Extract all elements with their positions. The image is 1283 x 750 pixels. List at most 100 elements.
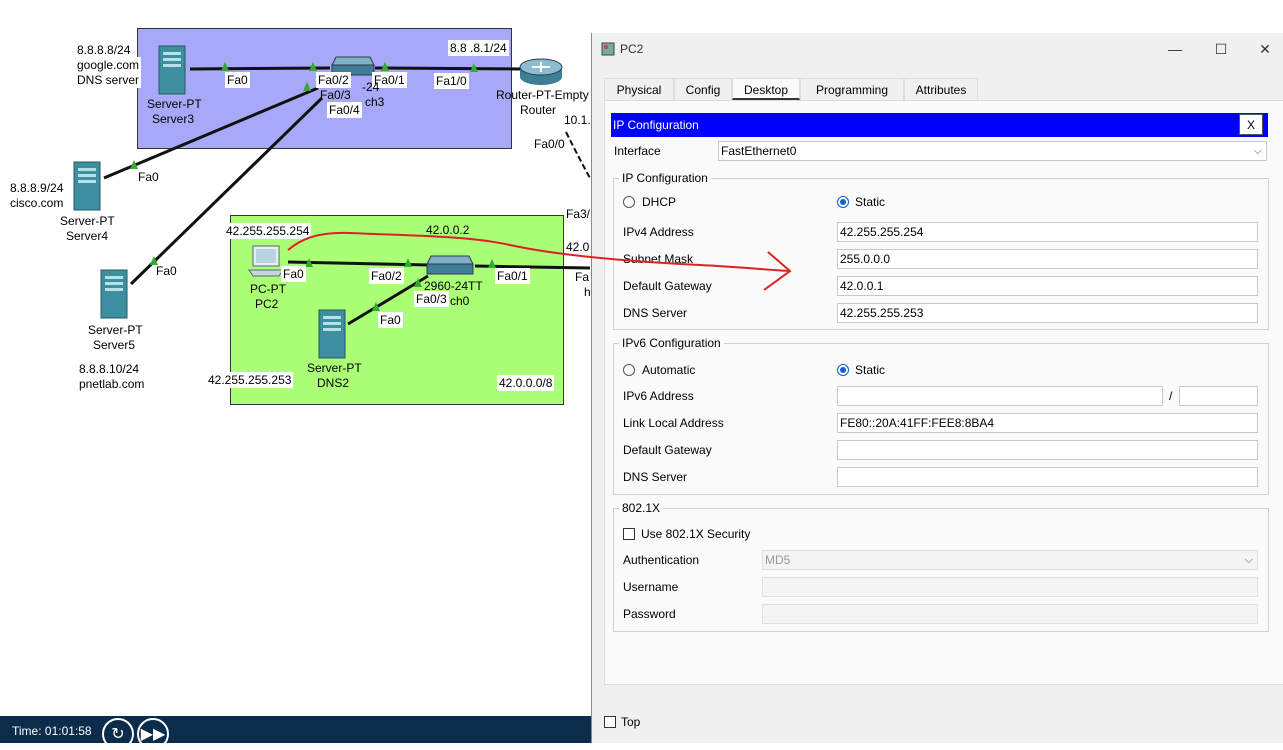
prefix-field[interactable] — [1179, 386, 1258, 406]
switch3-model: -24 — [362, 80, 380, 94]
tab-desktop[interactable]: Desktop — [732, 78, 800, 100]
server4-type: Server-PT — [60, 214, 115, 228]
default-gateway6-label: Default Gateway — [623, 443, 712, 457]
port-label: Fa0 — [378, 312, 403, 328]
reset-icon: ↻ — [111, 726, 125, 743]
password-field[interactable] — [762, 604, 1258, 624]
server3-type: Server-PT — [147, 97, 202, 111]
maximize-button[interactable]: ☐ — [1206, 39, 1236, 59]
ipconfig-close-button[interactable]: X — [1239, 114, 1263, 135]
router-icon[interactable] — [518, 57, 564, 87]
link-local-field[interactable]: FE80::20A:41FF:FEE8:8BA4 — [837, 413, 1258, 433]
fast-forward-button[interactable]: ▶▶ — [137, 718, 169, 750]
link-indicator — [221, 62, 229, 71]
link-indicator — [488, 259, 496, 268]
link-indicator — [130, 160, 138, 169]
port-label: Fa0/3 — [320, 88, 351, 102]
top-checkbox[interactable] — [604, 716, 616, 728]
server3-ip: 8.8.8.8/24 — [75, 42, 133, 58]
port-label: Fa0/1 — [495, 268, 530, 284]
password-label: Password — [623, 607, 676, 621]
prefix-slash: / — [1169, 389, 1173, 403]
static-radio[interactable] — [837, 196, 849, 208]
window-titlebar[interactable]: PC2 — ☐ ✕ — [592, 33, 1283, 65]
pc2-icon[interactable] — [247, 244, 285, 280]
reset-time-button[interactable]: ↻ — [102, 718, 134, 750]
ipv6-label: IPv6 Address — [623, 389, 694, 403]
server3-icon[interactable] — [157, 44, 187, 96]
dhcp-label: DHCP — [642, 195, 677, 209]
default-gateway-field[interactable]: 42.0.0.1 — [837, 276, 1258, 296]
port-label: Fa0 — [138, 170, 159, 184]
port-label: Fa0/2 — [316, 72, 351, 88]
dns-server6-field[interactable] — [837, 467, 1258, 487]
port-label: Fa1/0 — [434, 73, 469, 89]
router-ip-bottom: 10.1. — [564, 113, 591, 127]
dhcp-radio[interactable] — [623, 196, 635, 208]
chevron-down-icon: ⌵ — [1244, 554, 1253, 566]
port-label: Fa0/0 — [534, 137, 565, 151]
automatic-radio[interactable] — [623, 364, 635, 376]
authentication-select[interactable]: MD5 ⌵ — [762, 550, 1258, 570]
server5-name: Server5 — [93, 338, 136, 352]
static6-radio[interactable] — [837, 364, 849, 376]
chevron-down-icon: ⌵ — [1253, 145, 1262, 157]
router-type: Router-PT-Empty — [496, 88, 589, 102]
close-icon: ✕ — [1259, 41, 1271, 57]
tab-config[interactable]: Config — [674, 78, 732, 100]
subnet-mask-field[interactable]: 255.0.0.0 — [837, 249, 1258, 269]
link-indicator — [372, 302, 380, 311]
minimize-button[interactable]: — — [1160, 39, 1190, 59]
switch0-icon[interactable] — [425, 254, 475, 280]
default-gateway6-field[interactable] — [837, 440, 1258, 460]
tab-physical[interactable]: Physical — [604, 78, 674, 100]
username-label: Username — [623, 580, 679, 594]
link-indicator — [309, 62, 317, 71]
server3-name: Server3 — [152, 112, 195, 126]
use-dot1x-label: Use 802.1X Security — [641, 527, 751, 541]
window-title: PC2 — [620, 42, 644, 56]
port-label: Fa0 — [281, 266, 306, 282]
switch3-name: ch3 — [365, 95, 385, 109]
server4-ip: 8.8.8.9/24 — [8, 180, 66, 196]
interface-select[interactable]: FastEthernet0 ⌵ — [718, 141, 1267, 161]
pc2-window[interactable]: PC2 — ☐ ✕ Physical Config Desktop Progra… — [591, 33, 1283, 743]
port-label: Fa0/3 — [414, 291, 449, 307]
ipv4-group-title: IP Configuration — [619, 171, 711, 185]
pc2-ip-label: 42.255.255.254 — [224, 223, 312, 239]
link-indicator — [470, 63, 478, 72]
tab-programming[interactable]: Programming — [800, 78, 904, 100]
static-label: Static — [855, 195, 886, 209]
port-label: Fa0 — [225, 72, 250, 88]
router-ip-left: 8.8 .8.1/24 — [448, 40, 509, 56]
link-router-fa00 — [565, 131, 591, 179]
link-indicator — [305, 258, 313, 267]
ipv6-field[interactable] — [837, 386, 1163, 406]
server5-icon[interactable] — [99, 268, 129, 320]
topology-canvas[interactable]: 8.8.8.8/24 google.com DNS server Server-… — [0, 0, 592, 716]
interface-label: Interface — [614, 144, 661, 158]
server5-type: Server-PT — [88, 323, 143, 337]
dns2-type: Server-PT — [307, 361, 362, 375]
dns-server6-label: DNS Server — [623, 470, 688, 484]
username-field[interactable] — [762, 577, 1258, 597]
server3-role: DNS server — [75, 72, 142, 88]
router-ip-42: 42.0 — [566, 240, 590, 254]
use-dot1x-checkbox[interactable] — [623, 528, 635, 540]
authentication-label: Authentication — [623, 553, 700, 567]
tab-attributes[interactable]: Attributes — [904, 78, 978, 100]
dns-server-field[interactable]: 42.255.255.253 — [837, 303, 1258, 323]
server3-domain: google.com — [75, 57, 142, 73]
server4-icon[interactable] — [72, 160, 102, 212]
ipconfig-title: IP Configuration — [613, 118, 699, 132]
server5-ip: 8.8.8.10/24 — [77, 361, 142, 377]
ipv4-label: IPv4 Address — [623, 225, 694, 239]
dns2-icon[interactable] — [317, 308, 347, 360]
ipv4-field[interactable]: 42.255.255.254 — [837, 222, 1258, 242]
app-icon — [601, 42, 615, 56]
maximize-icon: ☐ — [1214, 41, 1228, 57]
network-label: 42.0.0.0/8 — [497, 375, 555, 391]
link-local-label: Link Local Address — [623, 416, 724, 430]
server4-domain: cisco.com — [8, 195, 66, 211]
close-window-button[interactable]: ✕ — [1250, 39, 1280, 59]
